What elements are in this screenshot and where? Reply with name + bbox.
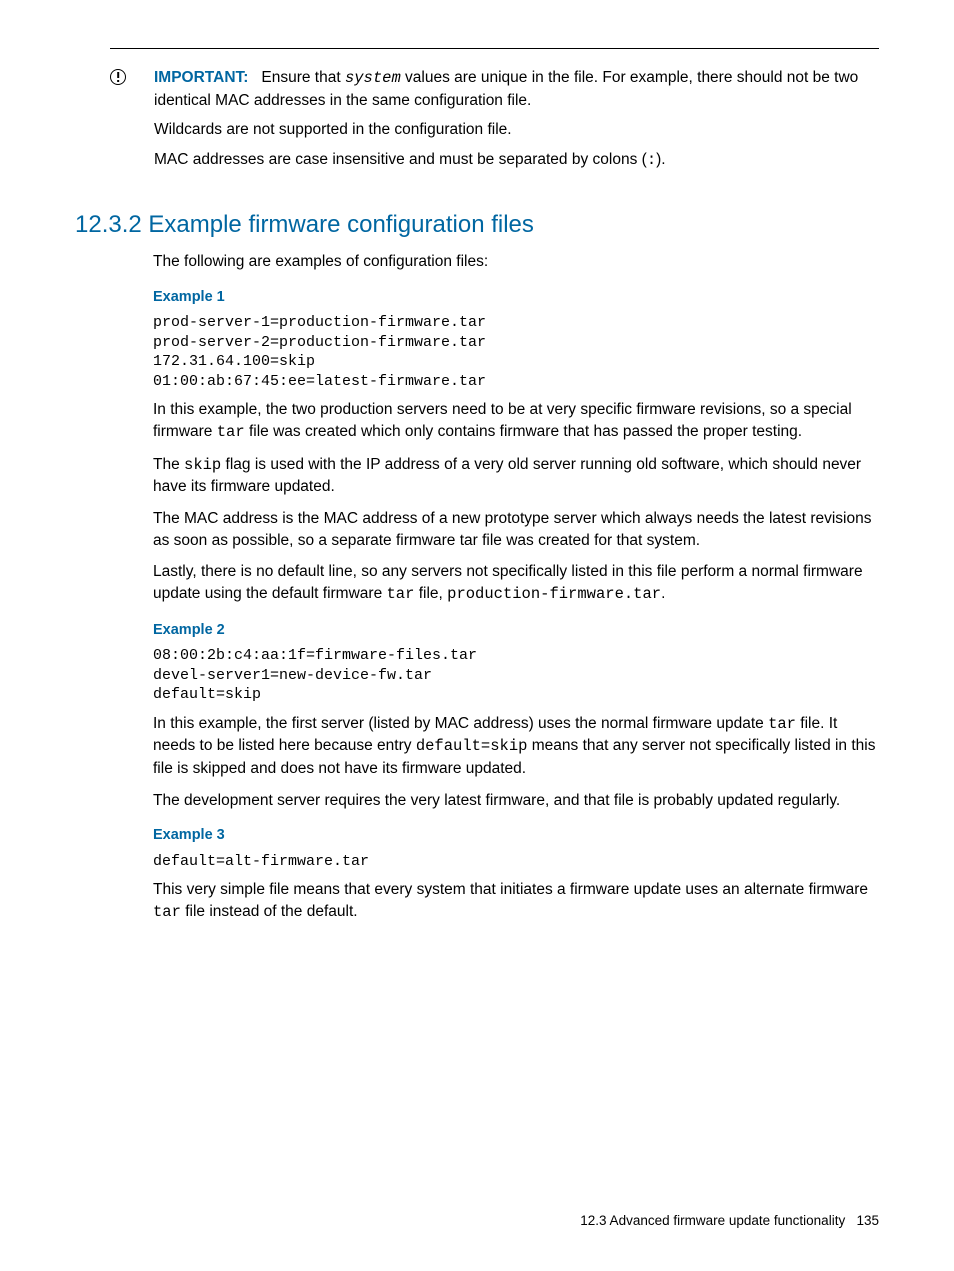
text: file was created which only contains fir… bbox=[245, 423, 802, 440]
section-heading: 12.3.2 Example firmware configuration fi… bbox=[75, 208, 879, 242]
example-1-label: Example 1 bbox=[153, 287, 879, 307]
example-1-p1: In this example, the two production serv… bbox=[153, 399, 879, 443]
important-icon bbox=[110, 69, 126, 85]
code-skip: skip bbox=[184, 456, 221, 474]
example-2-p1: In this example, the first server (liste… bbox=[153, 713, 879, 780]
important-label: IMPORTANT: bbox=[154, 69, 248, 86]
text: values are unique in the file. For examp… bbox=[154, 69, 858, 109]
code-tar: tar bbox=[217, 423, 245, 441]
text: file, bbox=[414, 585, 447, 602]
example-2-p2: The development server requires the very… bbox=[153, 790, 879, 812]
page-footer: 12.3 Advanced firmware update functional… bbox=[580, 1212, 879, 1231]
important-callout: IMPORTANT: Ensure that system values are… bbox=[75, 67, 879, 180]
text: ). bbox=[656, 151, 665, 168]
code-filename: production-firmware.tar bbox=[447, 585, 661, 603]
code-colon: : bbox=[647, 151, 656, 169]
code-tar: tar bbox=[387, 585, 415, 603]
text: This very simple file means that every s… bbox=[153, 881, 868, 898]
footer-page-number: 135 bbox=[856, 1213, 879, 1228]
example-1-code: prod-server-1=production-firmware.tar pr… bbox=[153, 313, 879, 391]
text: MAC addresses are case insensitive and m… bbox=[154, 151, 647, 168]
example-3-p1: This very simple file means that every s… bbox=[153, 879, 879, 923]
text: The bbox=[153, 456, 184, 473]
important-line-1: IMPORTANT: Ensure that system values are… bbox=[154, 67, 879, 111]
important-line-2: Wildcards are not supported in the confi… bbox=[154, 119, 879, 141]
horizontal-rule bbox=[110, 48, 879, 49]
footer-section: 12.3 Advanced firmware update functional… bbox=[580, 1213, 845, 1228]
text: flag is used with the IP address of a ve… bbox=[153, 456, 861, 496]
example-1-p2: The skip flag is used with the IP addres… bbox=[153, 454, 879, 498]
example-1-p3: The MAC address is the MAC address of a … bbox=[153, 508, 879, 551]
example-2-code: 08:00:2b:c4:aa:1f=firmware-files.tar dev… bbox=[153, 646, 879, 705]
text: . bbox=[661, 585, 665, 602]
section-body: The following are examples of configurat… bbox=[153, 251, 879, 923]
intro-text: The following are examples of configurat… bbox=[153, 251, 879, 273]
example-1-p4: Lastly, there is no default line, so any… bbox=[153, 561, 879, 605]
text: Ensure that bbox=[261, 69, 345, 86]
important-line-3: MAC addresses are case insensitive and m… bbox=[154, 149, 879, 172]
code-system: system bbox=[345, 69, 401, 87]
text: In this example, the first server (liste… bbox=[153, 715, 768, 732]
code-tar: tar bbox=[153, 903, 181, 921]
example-3-label: Example 3 bbox=[153, 825, 879, 845]
important-text: IMPORTANT: Ensure that system values are… bbox=[154, 67, 879, 180]
example-2-label: Example 2 bbox=[153, 620, 879, 640]
code-tar: tar bbox=[768, 715, 796, 733]
example-3-code: default=alt-firmware.tar bbox=[153, 852, 879, 872]
code-default-skip: default=skip bbox=[416, 737, 528, 755]
text: file instead of the default. bbox=[181, 903, 358, 920]
